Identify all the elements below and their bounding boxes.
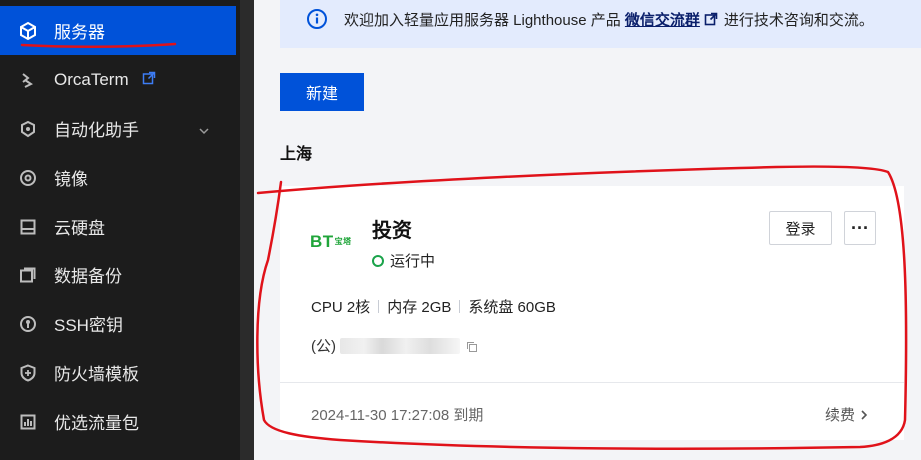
sidebar-item-orcaterm[interactable]: OrcaTerm [0, 55, 236, 104]
external-link-icon [142, 70, 156, 85]
renew-link[interactable]: 续费 [825, 404, 869, 425]
sidebar-item-label: 自动化助手 [54, 121, 139, 140]
sidebar-item-label: SSH密钥 [54, 316, 123, 335]
main-content: 欢迎加入轻量应用服务器 Lighthouse 产品 微信交流群 进行技术咨询和交流… [254, 0, 921, 460]
spec-cpu: CPU 2核 [311, 299, 371, 316]
sidebar-item-label: OrcaTerm [54, 69, 129, 89]
cube-icon [18, 21, 38, 41]
shield-icon [18, 363, 38, 383]
instance-status: 运行中 [372, 250, 435, 271]
card-divider [280, 382, 904, 383]
region-title: 上海 [280, 146, 313, 163]
spec-separator [459, 300, 461, 313]
sidebar-item-firewall[interactable]: 防火墙模板 [0, 348, 236, 397]
notice-suffix: 进行技术咨询和交流。 [723, 12, 874, 29]
expire-time: 2024-11-30 17:27:08 到期 [311, 407, 484, 424]
sidebar-item-server[interactable]: 服务器 [0, 6, 236, 55]
sidebar-item-label: 镜像 [54, 170, 88, 189]
sidebar-item-traffic-package[interactable]: 优选流量包 [0, 397, 236, 446]
traffic-icon [18, 412, 38, 432]
chevron-down-icon [198, 122, 210, 135]
ip-prefix: (公) [311, 338, 336, 355]
instance-card[interactable]: BT宝塔 投资 运行中 登录 ··· CPU 2核 内存 2GB 系统盘 60G… [280, 186, 904, 440]
login-button[interactable]: 登录 [769, 211, 832, 245]
notice-banner: 欢迎加入轻量应用服务器 Lighthouse 产品 微信交流群 进行技术咨询和交流… [280, 0, 921, 48]
status-running-icon [372, 254, 384, 267]
disc-icon [18, 168, 38, 188]
chevron-right-icon [861, 409, 868, 420]
spec-memory: 内存 2GB [387, 299, 452, 316]
notice-prefix: 欢迎加入轻量应用服务器 Lighthouse 产品 [344, 12, 621, 29]
info-icon [306, 8, 328, 30]
sidebar-item-images[interactable]: 镜像 [0, 153, 236, 202]
renew-label: 续费 [825, 407, 856, 424]
notice-text: 欢迎加入轻量应用服务器 Lighthouse 产品 微信交流群 进行技术咨询和交流… [344, 9, 874, 30]
copy-icon[interactable] [466, 340, 478, 352]
external-link-icon[interactable] [704, 12, 718, 26]
sidebar-item-label: 优选流量包 [54, 414, 139, 433]
sidebar-item-automation[interactable]: 自动化助手 [0, 104, 236, 153]
backup-icon [18, 265, 38, 285]
automation-icon [18, 119, 38, 139]
sidebar-item-label: 云硬盘 [54, 219, 105, 238]
sidebar-item-ssh-keys[interactable]: SSH密钥 [0, 299, 236, 348]
sidebar-item-backup[interactable]: 数据备份 [0, 250, 236, 299]
redacted-ip-address [340, 337, 460, 354]
more-actions-button[interactable]: ··· [844, 211, 876, 245]
instance-specs: CPU 2核 内存 2GB 系统盘 60GB [311, 296, 556, 317]
sidebar-item-label: 数据备份 [54, 267, 122, 286]
wechat-group-link[interactable]: 微信交流群 [625, 12, 700, 29]
new-instance-button[interactable]: 新建 [280, 73, 364, 111]
bt-panel-logo: BT宝塔 [310, 232, 352, 252]
sidebar: 服务器 OrcaTerm 自动化助手 镜像 云硬盘 数据备份 SSH密钥 防火墙… [0, 0, 240, 460]
sidebar-item-label: 防火墙模板 [54, 365, 139, 384]
orcaterm-icon [18, 70, 38, 90]
spec-disk: 系统盘 60GB [468, 299, 556, 316]
disk-icon [18, 217, 38, 237]
public-ip-row: (公) [311, 335, 478, 356]
logo-small-text: 宝塔 [334, 237, 352, 246]
status-label: 运行中 [390, 253, 436, 270]
sidebar-divider [240, 0, 254, 460]
key-icon [18, 314, 38, 334]
spec-separator [378, 300, 380, 313]
instance-name[interactable]: 投资 [372, 214, 412, 243]
sidebar-item-cloud-disk[interactable]: 云硬盘 [0, 202, 236, 251]
sidebar-item-label: 服务器 [54, 23, 105, 42]
logo-text: BT [310, 232, 334, 251]
